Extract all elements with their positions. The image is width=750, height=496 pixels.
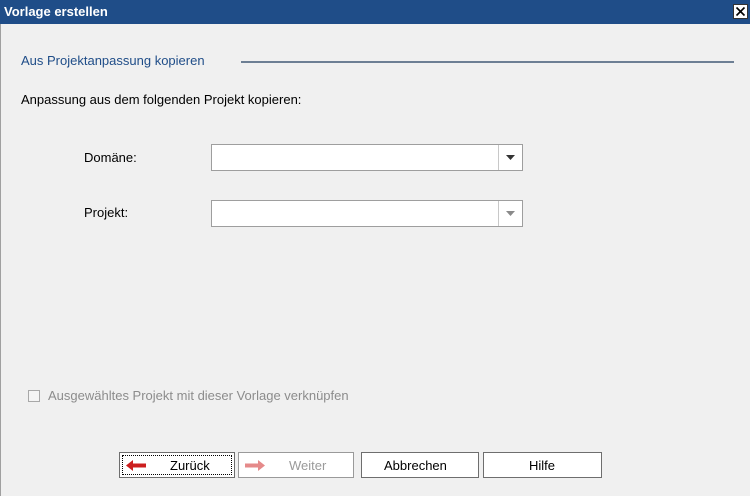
section-divider	[241, 61, 734, 63]
chevron-down-icon	[506, 211, 515, 216]
arrow-right-icon	[245, 460, 265, 471]
next-button-label: Weiter	[289, 458, 327, 473]
domain-dropdown-button[interactable]	[498, 145, 522, 170]
link-project-checkbox[interactable]	[28, 390, 40, 402]
section-title: Aus Projektanpassung kopieren	[21, 53, 205, 68]
arrow-left-icon	[126, 460, 146, 471]
project-label: Projekt:	[84, 205, 129, 220]
dialog-title: Vorlage erstellen	[4, 4, 108, 19]
back-button-label: Zurück	[170, 458, 210, 473]
next-button[interactable]: Weiter	[238, 452, 354, 478]
project-select[interactable]	[211, 200, 523, 227]
close-icon	[735, 6, 746, 17]
cancel-button[interactable]: Abbrechen	[361, 452, 479, 478]
help-button-label: Hilfe	[529, 458, 556, 473]
back-button[interactable]: Zurück	[119, 452, 235, 478]
project-dropdown-button[interactable]	[498, 201, 522, 226]
help-button[interactable]: Hilfe	[483, 452, 602, 478]
close-button[interactable]	[733, 4, 748, 19]
domain-label: Domäne:	[84, 150, 137, 165]
domain-select[interactable]	[211, 144, 523, 171]
instruction-text: Anpassung aus dem folgenden Projekt kopi…	[21, 92, 302, 107]
chevron-down-icon	[506, 155, 515, 160]
cancel-button-label: Abbrechen	[384, 458, 447, 473]
link-project-label: Ausgewähltes Projekt mit dieser Vorlage …	[48, 388, 349, 403]
dialog-titlebar: Vorlage erstellen	[0, 0, 750, 24]
